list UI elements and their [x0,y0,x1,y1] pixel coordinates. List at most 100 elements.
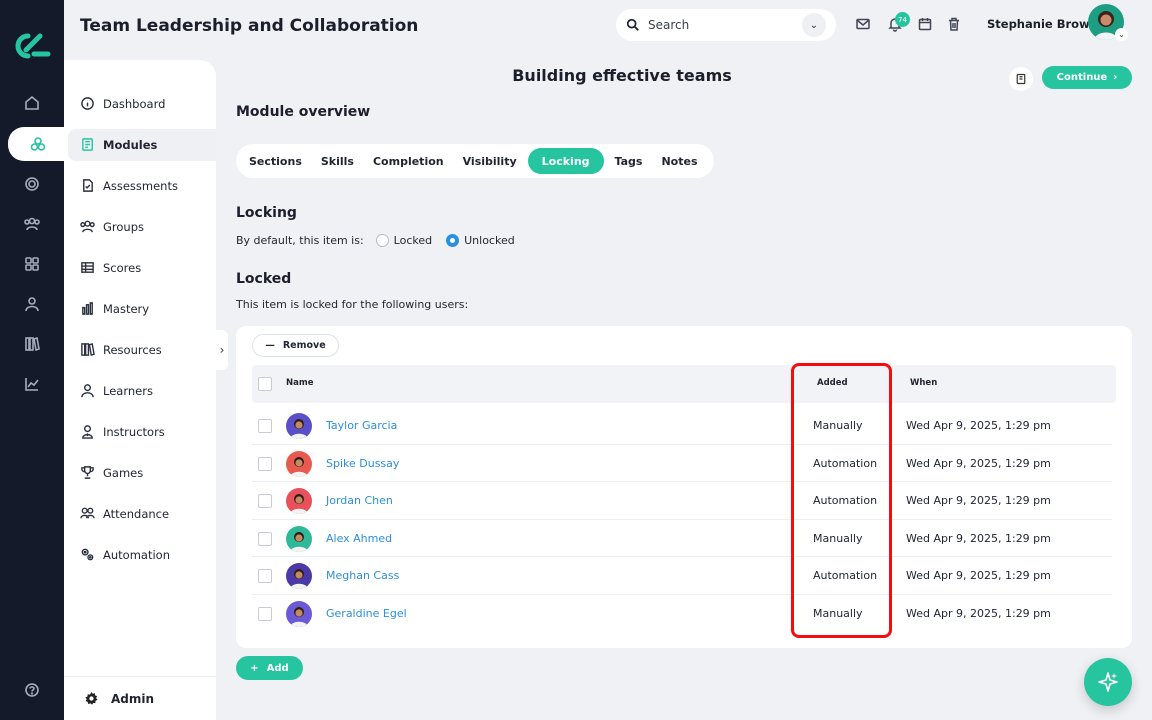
rail-chart-icon[interactable] [0,367,64,401]
row-checkbox[interactable] [258,531,272,546]
unlocked-radio[interactable] [446,234,460,247]
gears-icon [80,547,96,563]
calendar-icon[interactable] [917,16,935,34]
sidebar-item-label: Groups [103,220,145,234]
user-name[interactable]: Stephanie Brown [987,17,1098,31]
tab-tags[interactable]: Tags [607,148,651,174]
rail-target-icon[interactable] [0,167,64,201]
default-lock-label: By default, this item is: [236,234,364,247]
icon-rail [0,0,68,720]
admin-button[interactable]: Admin [64,676,216,720]
user-name-link[interactable]: Meghan Cass [326,569,399,582]
module-overview-heading: Module overview [236,104,371,120]
unlocked-radio-label[interactable]: Unlocked [464,234,515,247]
table-row: Spike Dussay Automation Wed Apr 9, 2025, 1… [252,445,1112,482]
select-all-checkbox[interactable] [258,377,272,391]
sidebar-item-label: Scores [103,261,142,275]
tab-notes[interactable]: Notes [653,148,705,174]
admin-label: Admin [111,691,155,706]
sidebar-item-label: Assessments [103,179,178,193]
row-checkbox[interactable] [258,419,272,433]
tab-skills[interactable]: Skills [313,148,362,174]
sidebar-item-mastery[interactable]: Mastery [68,293,216,325]
bar-chart-icon [80,301,96,317]
remove-button[interactable]: — Remove [252,334,339,357]
rail-grid-icon[interactable] [0,247,64,281]
locked-heading: Locked [236,271,292,287]
sidebar-item-scores[interactable]: Scores [68,252,216,284]
column-header-when[interactable]: When [910,378,937,388]
locked-radio[interactable] [375,234,389,247]
sidebar-item-resources[interactable]: Resources [68,334,216,366]
table-row: Geraldine Egel Manually Wed Apr 9, 2025, 1… [252,595,1112,633]
row-checkbox[interactable] [258,494,272,508]
sidebar-item-label: Attendance [103,507,170,521]
locked-radio-label[interactable]: Locked [394,234,432,247]
row-checkbox[interactable] [258,569,272,583]
add-button[interactable]: + Add [236,656,303,680]
table-row: Jordan Chen Automation Wed Apr 9, 2025, 1:… [252,482,1112,520]
user-name-link[interactable]: Taylor Garcia [326,419,397,432]
tab-completion[interactable]: Completion [365,148,452,174]
ai-assistant-button[interactable] [1084,658,1132,706]
tab-sections[interactable]: Sections [241,148,310,174]
sidebar-item-assessments[interactable]: Assessments [68,170,216,202]
rail-help-icon[interactable] [0,673,64,707]
added-timestamp: Wed Apr 9, 2025, 1:29 pm [906,606,1051,620]
user-name-link[interactable]: Spike Dussay [326,457,399,470]
rail-user-icon[interactable] [0,287,64,321]
avatar [286,488,312,514]
added-timestamp: Wed Apr 9, 2025, 1:29 pm [906,456,1051,470]
rail-groups-icon[interactable] [0,207,64,241]
table-icon [80,260,96,276]
row-checkbox[interactable] [258,606,272,621]
sidebar-item-automation[interactable]: Automation [68,539,216,571]
app-logo[interactable] [12,30,52,62]
search-label: Search [648,18,690,32]
sidebar-item-groups[interactable]: Groups [68,211,216,243]
sidebar-item-dashboard[interactable]: Dashboard [68,88,216,120]
sidebar-item-modules[interactable]: Modules [68,129,216,161]
avatar [286,450,312,477]
user-name-link[interactable]: Jordan Chen [326,494,393,507]
instructor-icon [80,424,96,440]
mail-icon[interactable] [855,16,873,34]
module-icon [80,137,96,153]
rail-modules-icon[interactable] [8,127,68,161]
column-header-name[interactable]: Name [286,378,313,388]
sidebar-item-learners[interactable]: Learners [68,375,216,407]
rail-home-icon[interactable] [0,86,64,120]
sidebar-collapse-chevron-icon[interactable]: › [216,330,228,370]
sidebar-item-label: Instructors [103,425,165,439]
sidebar-item-label: Automation [103,548,170,562]
added-timestamp: Wed Apr 9, 2025, 1:29 pm [906,569,1051,582]
locked-description: This item is locked for the following us… [236,298,469,311]
tab-locking[interactable]: Locking [527,148,604,174]
search-icon [626,18,639,31]
sidebar-item-label: Dashboard [103,97,166,111]
search-box[interactable]: Search ⌄ [616,9,836,41]
user-menu-chevron-icon[interactable]: ⌄ [1115,28,1128,41]
sidebar-item-attendance[interactable]: Attendance [68,498,216,530]
user-name-link[interactable]: Geraldine Egel [326,607,407,620]
continue-label: Continue [1056,72,1108,83]
row-checkbox[interactable] [258,456,272,471]
books-icon [80,342,96,358]
chevron-down-icon[interactable]: ⌄ [802,13,826,37]
locking-heading: Locking [236,205,297,221]
avatar [286,525,312,552]
user-name-link[interactable]: Alex Ahmed [326,532,392,545]
user-icon [80,383,96,399]
tab-visibility[interactable]: Visibility [455,148,525,174]
sidebar-nav: Dashboard Modules Assessments Groups Sco… [64,60,216,720]
notebook-icon [1016,73,1026,85]
sidebar-item-label: Modules [103,138,158,152]
notification-badge: 74 [895,12,910,27]
sidebar-item-instructors[interactable]: Instructors [68,416,216,448]
trash-icon[interactable] [946,16,964,34]
continue-button[interactable]: Continue › [1042,66,1132,89]
sidebar-item-games[interactable]: Games [68,457,216,489]
rail-library-icon[interactable] [0,327,64,361]
top-header: Team Leadership and Collaboration Search… [64,0,1152,56]
notebook-button[interactable] [1009,67,1033,91]
